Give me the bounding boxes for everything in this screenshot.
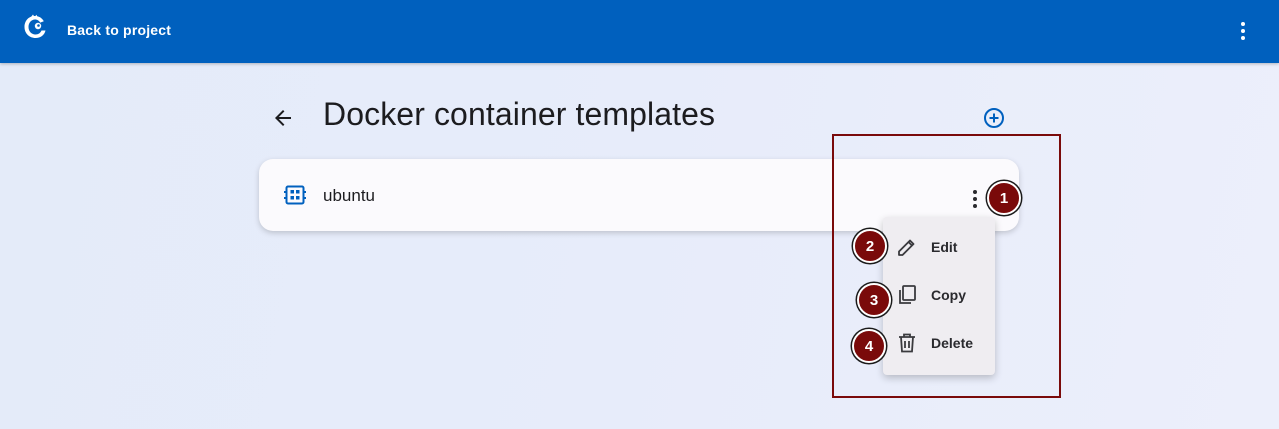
arrow-back-icon[interactable] (271, 106, 295, 130)
back-to-project-link[interactable]: Back to project (67, 22, 171, 38)
template-name: ubuntu (323, 186, 375, 205)
page-title: Docker container templates (323, 96, 716, 132)
chameleon-logo-icon[interactable] (22, 14, 48, 40)
annotation-marker-4: 4 (852, 329, 886, 363)
add-circle-icon[interactable] (982, 106, 1006, 130)
more-vert-icon[interactable] (1231, 19, 1255, 43)
annotation-marker-1: 1 (987, 181, 1021, 215)
top-app-bar: Back to project (0, 0, 1279, 63)
annotation-marker-3: 3 (857, 283, 891, 317)
container-icon (284, 185, 306, 205)
annotation-marker-2: 2 (853, 229, 887, 263)
